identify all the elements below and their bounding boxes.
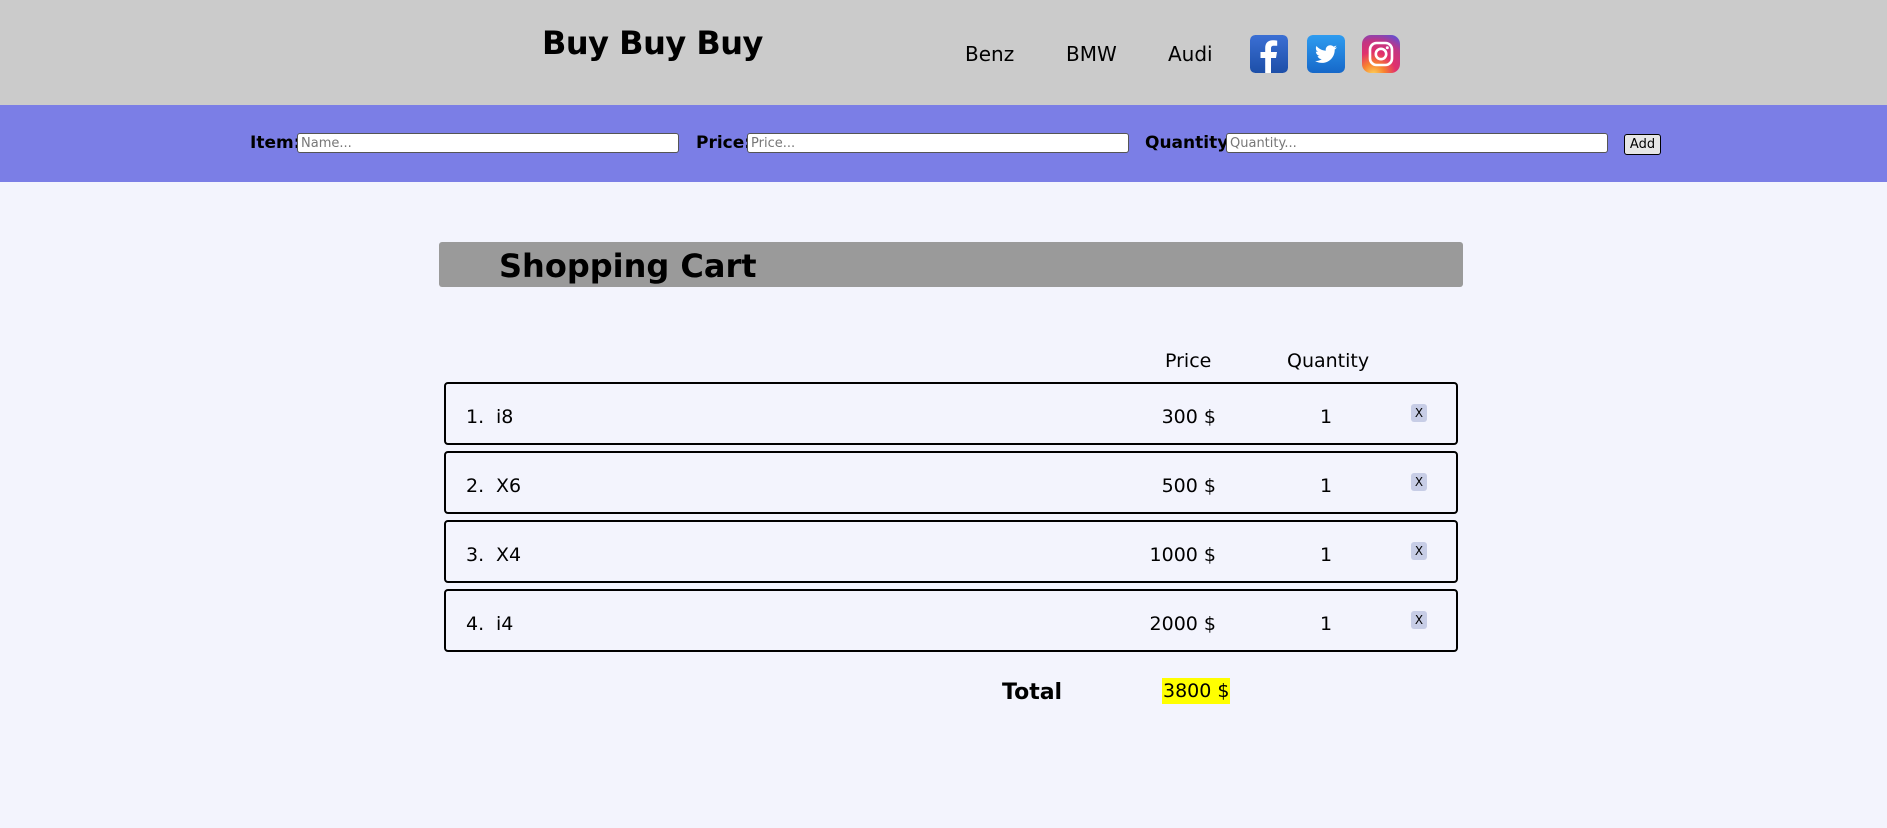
quantity-label: Quantity: <box>1145 133 1236 153</box>
row-index: 2. <box>466 475 485 497</box>
cart-row: 2. X6 500 $ 1 X <box>444 451 1458 514</box>
row-quantity: 1 <box>1319 613 1333 635</box>
total-value: 3800 $ <box>1162 678 1231 704</box>
quantity-input[interactable] <box>1226 133 1608 153</box>
remove-item-button[interactable]: X <box>1411 542 1427 560</box>
price-label: Price: <box>696 133 752 153</box>
cart-row: 3. X4 1000 $ 1 X <box>444 520 1458 583</box>
row-index: 3. <box>466 544 485 566</box>
price-input[interactable] <box>747 133 1129 153</box>
nav-link-bmw[interactable]: BMW <box>1066 42 1117 66</box>
row-index: 4. <box>466 613 485 635</box>
instagram-icon[interactable] <box>1362 35 1400 73</box>
cart-title: Shopping Cart <box>499 247 757 285</box>
site-brand[interactable]: Buy Buy Buy <box>542 24 763 62</box>
add-button[interactable]: Add <box>1624 134 1661 155</box>
cart-row: 1. i8 300 $ 1 X <box>444 382 1458 445</box>
row-quantity: 1 <box>1319 544 1333 566</box>
row-quantity: 1 <box>1319 475 1333 497</box>
row-index: 1. <box>466 406 485 428</box>
row-item-name: X6 <box>496 475 522 497</box>
total-label: Total <box>1002 680 1063 705</box>
row-item-name: i4 <box>496 613 514 635</box>
facebook-icon[interactable] <box>1250 35 1288 73</box>
nav-link-benz[interactable]: Benz <box>965 42 1014 66</box>
row-price: 1000 $ <box>1149 544 1216 566</box>
twitter-icon[interactable] <box>1307 35 1345 73</box>
row-item-name: X4 <box>496 544 522 566</box>
quantity-column-header: Quantity <box>1287 350 1370 372</box>
cart-row: 4. i4 2000 $ 1 X <box>444 589 1458 652</box>
row-price: 500 $ <box>1161 475 1216 497</box>
remove-item-button[interactable]: X <box>1411 611 1427 629</box>
remove-item-button[interactable]: X <box>1411 404 1427 422</box>
price-column-header: Price <box>1165 350 1212 372</box>
cart-title-bar: Shopping Cart <box>439 242 1463 287</box>
site-header: Buy Buy Buy Benz BMW Audi <box>0 0 1887 105</box>
row-price: 2000 $ <box>1149 613 1216 635</box>
remove-item-button[interactable]: X <box>1411 473 1427 491</box>
row-item-name: i8 <box>496 406 514 428</box>
nav-link-audi[interactable]: Audi <box>1168 42 1213 66</box>
item-name-input[interactable] <box>297 133 679 153</box>
item-label: Item: <box>250 133 301 153</box>
row-price: 300 $ <box>1161 406 1216 428</box>
row-quantity: 1 <box>1319 406 1333 428</box>
